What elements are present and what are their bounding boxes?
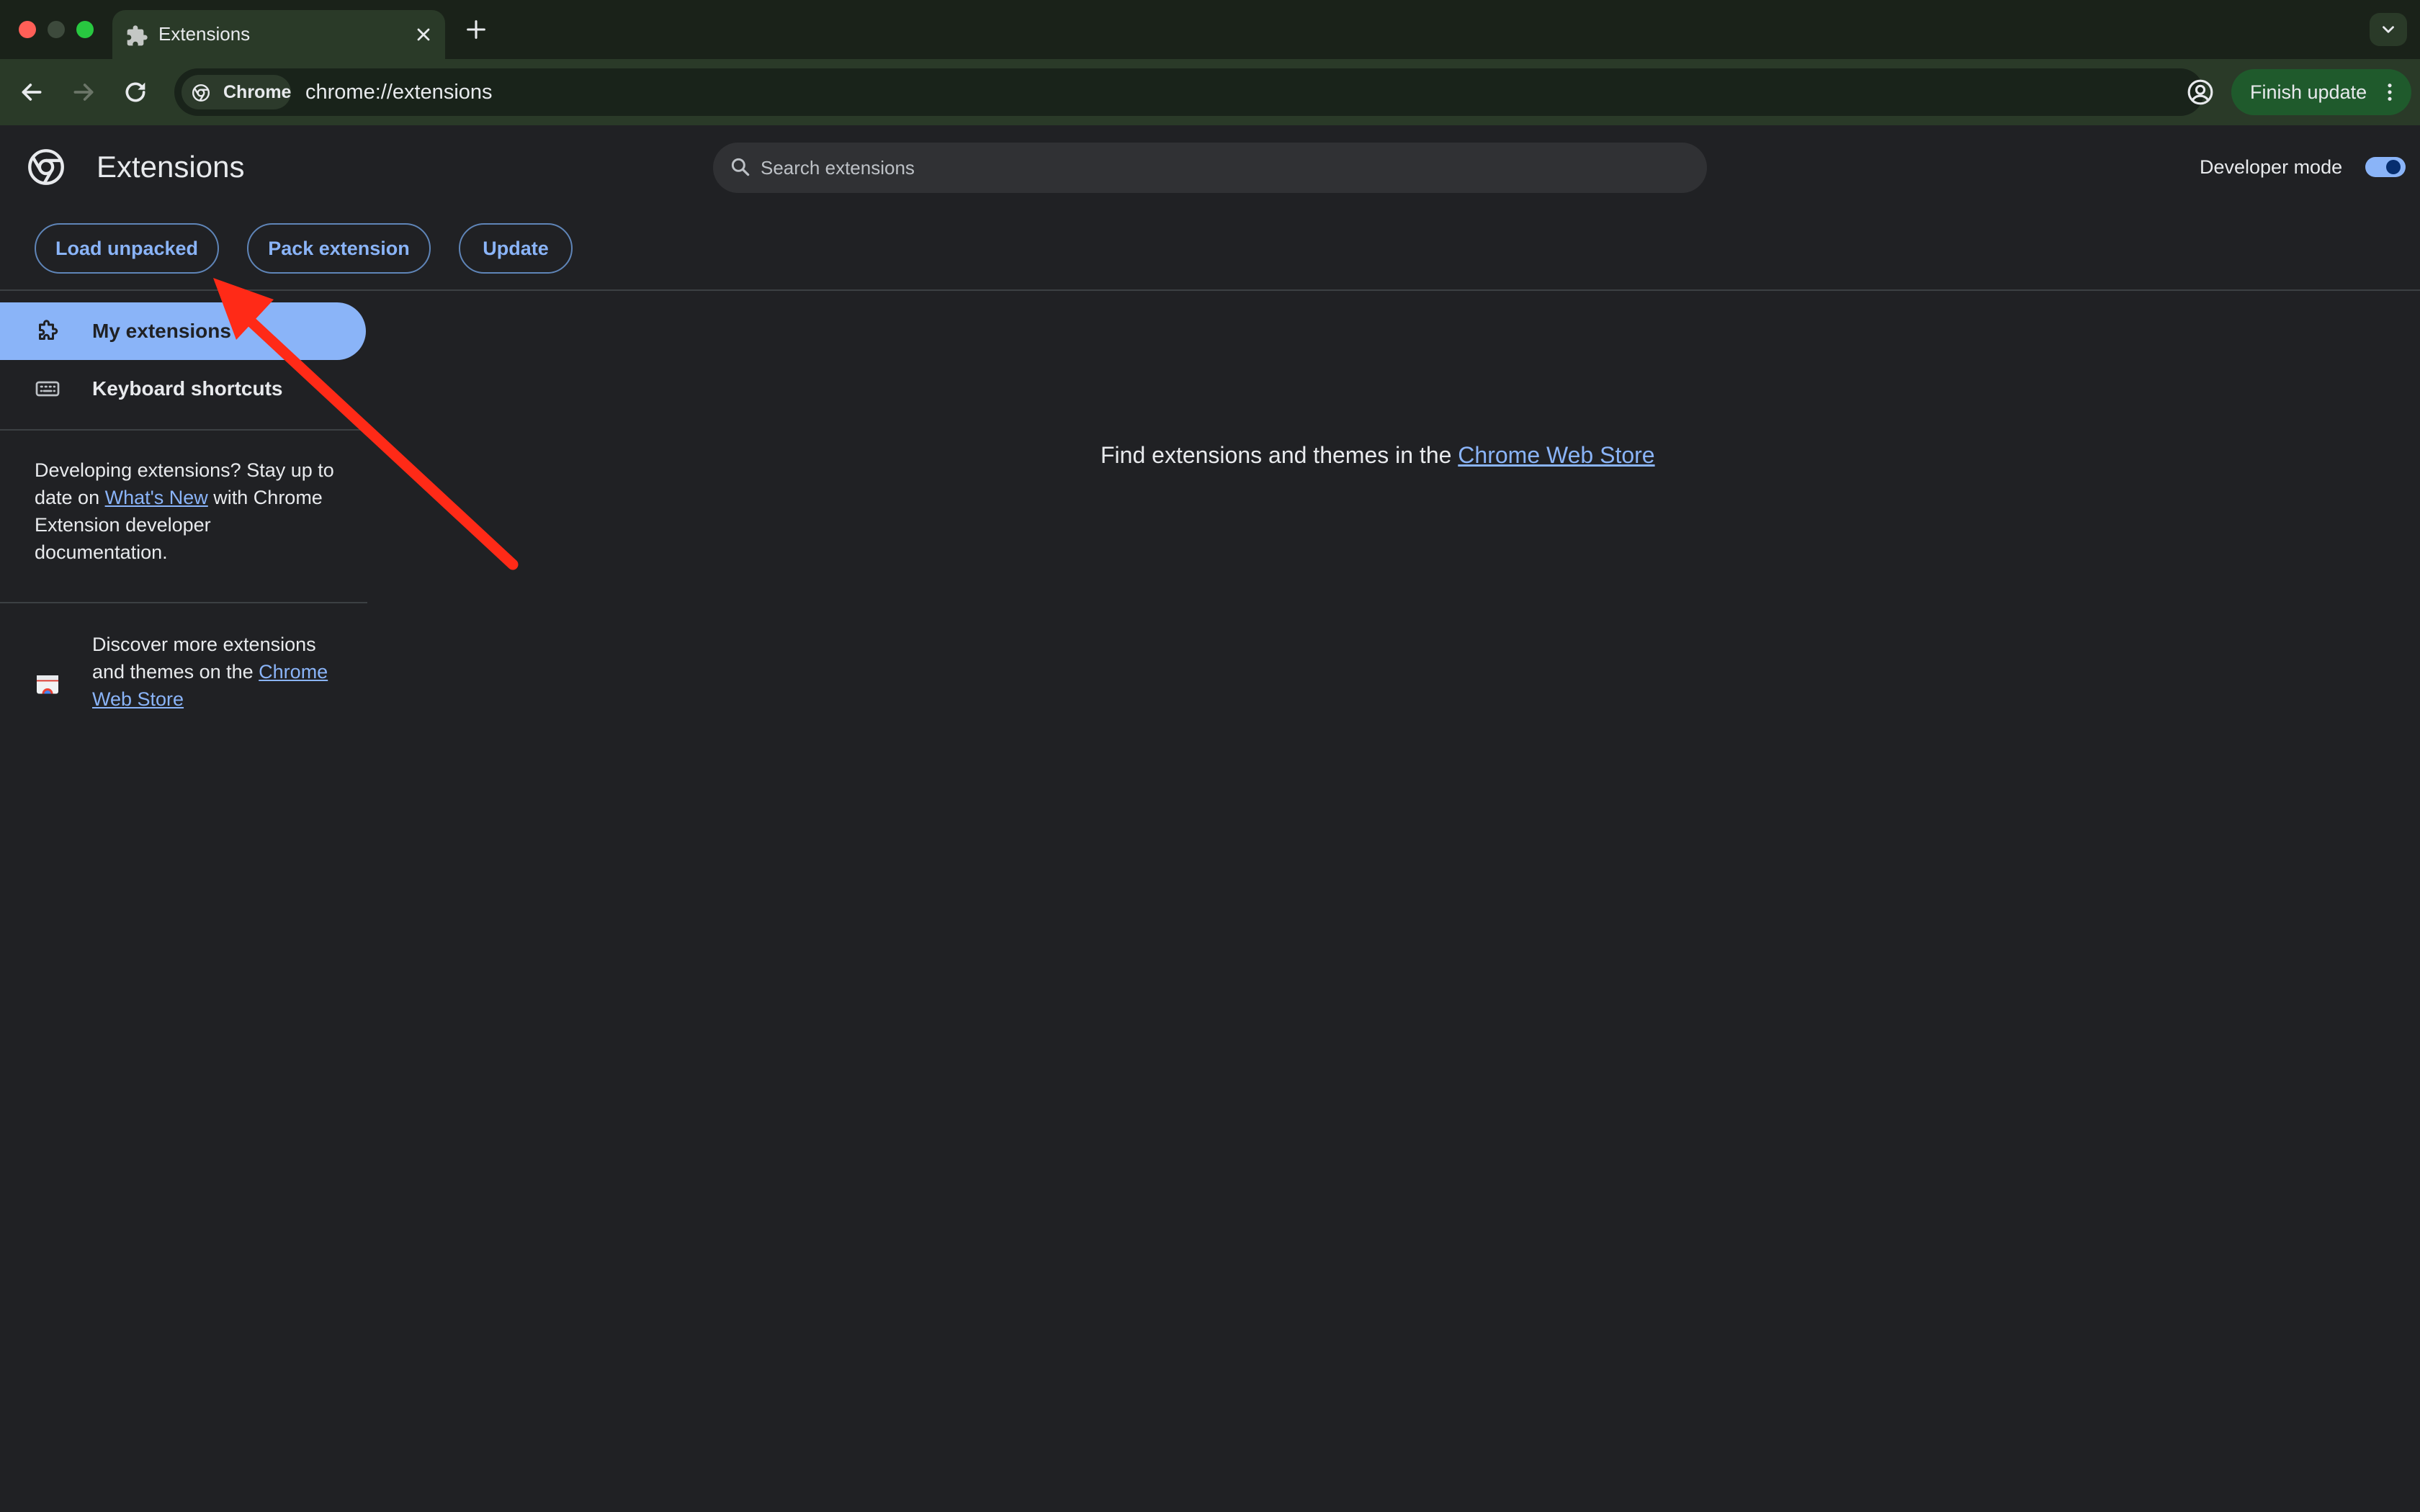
chrome-icon [192, 84, 210, 102]
pack-extension-button[interactable]: Pack extension [247, 223, 431, 274]
developer-docs-note: Developing extensions? Stay up to date o… [35, 456, 344, 566]
tab-search-button[interactable] [2370, 13, 2407, 46]
site-info-label: Chrome [223, 82, 292, 102]
address-bar[interactable]: Chrome chrome://extensions [174, 68, 2311, 116]
finish-update-label: Finish update [2250, 81, 2367, 103]
new-tab-icon[interactable] [464, 17, 488, 42]
empty-state-message: Find extensions and themes in the Chrome… [1101, 439, 1655, 471]
close-tab-icon[interactable] [413, 24, 434, 45]
minimize-window-button[interactable] [48, 21, 65, 38]
load-unpacked-button[interactable]: Load unpacked [35, 223, 219, 274]
web-store-icon [37, 675, 58, 694]
back-icon[interactable] [17, 78, 46, 107]
more-vert-icon [2388, 84, 2392, 101]
sidebar-item-keyboard-shortcuts[interactable]: Keyboard shortcuts [0, 360, 366, 418]
puzzle-icon [127, 25, 148, 46]
main-web-store-link[interactable]: Chrome Web Store [1458, 442, 1654, 468]
tab-extensions[interactable]: Extensions [112, 10, 445, 59]
finish-update-button[interactable]: Finish update [2231, 69, 2411, 115]
search-input[interactable] [761, 143, 1682, 193]
header-divider [0, 289, 2420, 291]
developer-mode-toggle[interactable] [2365, 157, 2406, 177]
browser-toolbar: Chrome chrome://extensions Finish update [0, 59, 2420, 125]
sidebar-divider [0, 602, 367, 603]
tab-title: Extensions [158, 23, 251, 45]
site-info-chip[interactable]: Chrome [182, 75, 291, 109]
profile-icon[interactable] [2187, 78, 2214, 106]
keyboard-icon [35, 381, 60, 397]
browser-window: Extensions Chrome chrome://extensions Fi… [0, 0, 2420, 1512]
toggle-knob [2386, 160, 2401, 174]
sidebar-item-label: Keyboard shortcuts [92, 377, 283, 400]
extensions-page: Extensions Developer mode Load unpacked … [0, 125, 2420, 1512]
sidebar-item-my-extensions[interactable]: My extensions [0, 302, 366, 360]
discover-note: Discover more extensions and themes on t… [92, 631, 330, 713]
tab-strip: Extensions [0, 0, 2420, 59]
chrome-logo-icon [28, 149, 64, 185]
search-icon [731, 158, 750, 176]
empty-state-text: Find extensions and themes in the [1101, 442, 1458, 468]
extensions-icon [39, 320, 58, 340]
url-text[interactable]: chrome://extensions [305, 68, 493, 116]
sidebar-item-label: My extensions [92, 320, 231, 342]
search-box[interactable] [713, 143, 1707, 193]
forward-icon[interactable] [69, 78, 98, 107]
reload-icon[interactable] [121, 78, 150, 107]
maximize-window-button[interactable] [76, 21, 94, 38]
chevron-down-icon [2383, 26, 2394, 33]
developer-mode-label: Developer mode [2200, 156, 2343, 178]
page-title: Extensions [97, 150, 245, 184]
update-button[interactable]: Update [459, 223, 573, 274]
sidebar-divider [0, 429, 367, 431]
close-window-button[interactable] [19, 21, 36, 38]
whats-new-link[interactable]: What's New [105, 487, 208, 508]
